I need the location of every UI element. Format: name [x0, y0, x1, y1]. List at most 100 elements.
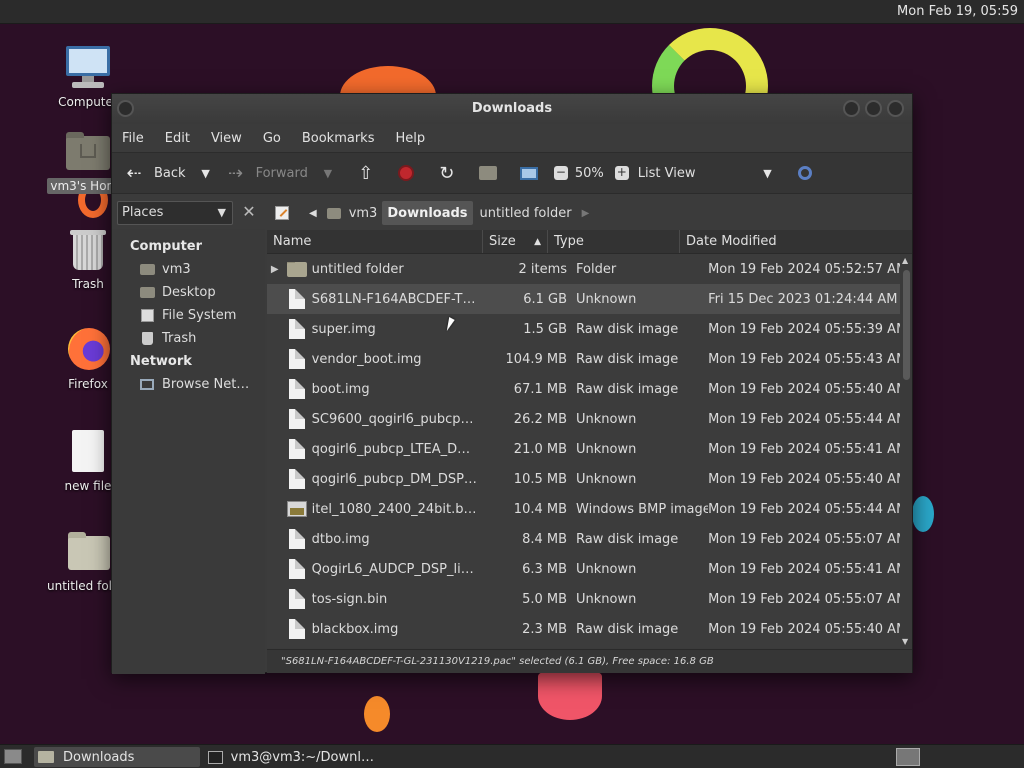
- task-label: Downloads: [63, 749, 135, 765]
- column-header-type[interactable]: Type: [548, 230, 680, 253]
- path-item-downloads[interactable]: Downloads: [382, 201, 473, 225]
- close-sidebar-icon[interactable]: ✕: [237, 201, 261, 225]
- table-row[interactable]: ▶ untitled folder 2 items Folder Mon 19 Feb …: [267, 254, 912, 284]
- file-name: qogirl6_pubcp_LTEA_D…: [311, 441, 471, 457]
- file-name: S681LN-F164ABCDEF-T…: [311, 291, 476, 307]
- file-type: Raw disk image: [576, 381, 679, 397]
- edit-location-icon[interactable]: [270, 201, 294, 225]
- desktop-icon-label: new file: [64, 479, 112, 493]
- minimize-button[interactable]: [843, 100, 860, 117]
- scroll-down-icon[interactable]: ▼: [902, 637, 908, 646]
- menu-bookmarks[interactable]: Bookmarks: [302, 131, 375, 146]
- menu-edit[interactable]: Edit: [165, 131, 190, 146]
- table-row[interactable]: QogirL6_AUDCP_DSP_li… 6.3 MB Unknown Mon 19…: [267, 554, 912, 584]
- sidebar-item-label: Trash: [162, 331, 197, 346]
- table-row[interactable]: S681LN-F164ABCDEF-T… 6.1 GB Unknown Fri 15 …: [267, 284, 912, 314]
- sidebar-item-label: Browse Net…: [162, 377, 250, 392]
- scroll-up-icon[interactable]: ▲: [902, 256, 908, 265]
- drive-icon: [139, 308, 155, 324]
- file-size: 104.9 MB: [505, 351, 568, 367]
- view-mode-dropdown-icon[interactable]: ▼: [755, 161, 779, 185]
- back-label: Back: [154, 165, 186, 181]
- file-manager-window: Downloads File Edit View Go Bookmarks He…: [111, 93, 913, 674]
- file-icon: [64, 430, 112, 474]
- window-menu-button[interactable]: [117, 100, 134, 117]
- file-type: Folder: [576, 261, 617, 277]
- scrollbar-thumb[interactable]: [903, 270, 910, 380]
- folder-icon: [64, 530, 112, 574]
- sidebar-item-desktop[interactable]: Desktop: [112, 281, 265, 304]
- column-header-name[interactable]: Name: [267, 230, 483, 253]
- path-item-vm3[interactable]: vm3: [322, 201, 383, 225]
- desktop-icon-label: Firefox: [68, 377, 108, 391]
- column-header-date[interactable]: Date Modified: [680, 230, 898, 253]
- table-row[interactable]: SC9600_qogirl6_pubcp… 26.2 MB Unknown Mon 1…: [267, 404, 912, 434]
- toolbar: ⇠ Back ▼ ⇢ Forward ▼ ⇧ ↻ − 50% + List Vi…: [112, 152, 912, 194]
- sidebar-item-browse-network[interactable]: Browse Net…: [112, 373, 265, 396]
- sidebar-item-label: vm3: [162, 262, 191, 277]
- table-row[interactable]: itel_1080_2400_24bit.b… 10.4 MB Windows BM…: [267, 494, 912, 524]
- table-row[interactable]: dtbo.img 8.4 MB Raw disk image Mon 19 Feb 2…: [267, 524, 912, 554]
- file-type: Raw disk image: [576, 351, 679, 367]
- task-terminal[interactable]: vm3@vm3:~/Downl…: [204, 747, 374, 767]
- sidebar-type-select[interactable]: Places ▼: [117, 201, 233, 225]
- up-icon[interactable]: ⇧: [354, 161, 378, 185]
- table-row[interactable]: qogirl6_pubcp_DM_DSP… 10.5 MB Unknown Mon 1…: [267, 464, 912, 494]
- file-date-modified: Fri 15 Dec 2023 01:24:44 AM EST: [708, 291, 912, 307]
- column-header-label: Type: [554, 234, 584, 249]
- home-icon: [326, 207, 341, 219]
- computer-icon[interactable]: [517, 161, 541, 185]
- sidebar-section-network: Network: [130, 354, 192, 369]
- home-folder-icon: [64, 130, 112, 174]
- file-date-modified: Mon 19 Feb 2024 05:55:44 AM EST: [708, 501, 912, 517]
- home-icon: [139, 262, 155, 278]
- file-size: 26.2 MB: [513, 411, 568, 427]
- window-titlebar[interactable]: Downloads: [112, 94, 912, 124]
- zoom-in-icon[interactable]: +: [610, 161, 634, 185]
- sidebar-item-label: File System: [162, 308, 237, 323]
- clock[interactable]: Mon Feb 19, 05:59: [897, 4, 1018, 19]
- sidebar-item-vm3[interactable]: vm3: [112, 258, 265, 281]
- path-item-untitled-folder[interactable]: untitled folder: [475, 201, 577, 225]
- menu-view[interactable]: View: [211, 131, 242, 146]
- close-button[interactable]: [887, 100, 904, 117]
- menu-help[interactable]: Help: [395, 131, 425, 146]
- stop-icon[interactable]: [394, 161, 418, 185]
- column-header-size[interactable]: Size ▲: [483, 230, 548, 253]
- file-date-modified: Mon 19 Feb 2024 05:55:41 AM EST: [708, 561, 912, 577]
- back-arrow-icon: ⇠: [126, 162, 142, 184]
- terminal-icon: [208, 750, 223, 764]
- sidebar-item-file-system[interactable]: File System: [112, 304, 265, 327]
- path-scroll-left[interactable]: ◀: [304, 201, 322, 225]
- home-icon[interactable]: [476, 161, 500, 185]
- reload-icon[interactable]: ↻: [435, 161, 459, 185]
- sidebar-item-trash[interactable]: Trash: [112, 327, 265, 350]
- column-header-label: Size: [489, 234, 516, 249]
- menu-file[interactable]: File: [122, 131, 144, 146]
- sort-ascending-icon: ▲: [534, 237, 541, 247]
- back-button[interactable]: ⇠ Back: [122, 161, 186, 185]
- maximize-button[interactable]: [865, 100, 882, 117]
- table-row[interactable]: vendor_boot.img 104.9 MB Raw disk image Mon…: [267, 344, 912, 374]
- expand-arrow-icon[interactable]: ▶: [267, 264, 283, 275]
- vertical-scrollbar[interactable]: ▲ ▼: [900, 254, 912, 648]
- table-row[interactable]: tos-sign.bin 5.0 MB Unknown Mon 19 Feb 2024…: [267, 584, 912, 614]
- path-scroll-right[interactable]: ▶: [577, 201, 595, 225]
- table-row[interactable]: blackbox.img 2.3 MB Raw disk image Mon 19 F…: [267, 614, 912, 644]
- forward-history-dropdown[interactable]: ▼: [316, 161, 340, 185]
- file-icon: [283, 349, 312, 369]
- menu-go[interactable]: Go: [263, 131, 281, 146]
- forward-button[interactable]: ⇢ Forward: [224, 161, 308, 185]
- file-icon: [283, 439, 312, 459]
- zoom-out-icon[interactable]: −: [549, 161, 573, 185]
- table-row[interactable]: super.img 1.5 GB Raw disk image Mon 19 Feb …: [267, 314, 912, 344]
- file-size: 2 items: [518, 261, 568, 277]
- back-history-dropdown[interactable]: ▼: [194, 161, 218, 185]
- workspace-switcher-icon[interactable]: [896, 748, 920, 766]
- search-icon[interactable]: [793, 161, 817, 185]
- table-row[interactable]: boot.img 67.1 MB Raw disk image Mon 19 Feb …: [267, 374, 912, 404]
- task-downloads[interactable]: Downloads: [34, 747, 200, 767]
- view-mode-select[interactable]: List View: [638, 166, 696, 181]
- table-row[interactable]: qogirl6_pubcp_LTEA_D… 21.0 MB Unknown Mon 1…: [267, 434, 912, 464]
- show-desktop-icon[interactable]: [4, 749, 22, 764]
